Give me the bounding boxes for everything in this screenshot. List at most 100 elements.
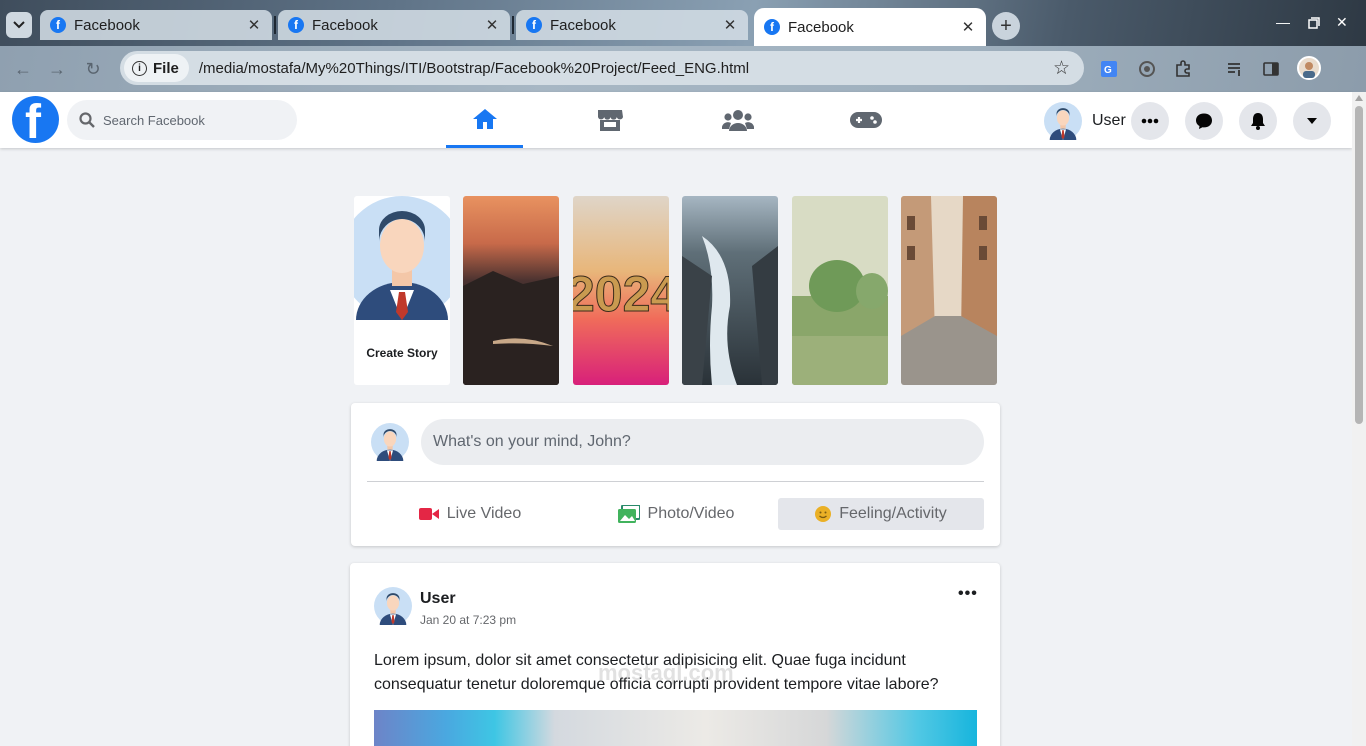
smiley-icon — [815, 506, 832, 522]
story-image — [792, 196, 888, 385]
browser-tab-3[interactable]: f Facebook ✕ — [516, 10, 748, 40]
store-icon — [597, 110, 623, 131]
create-story-card[interactable]: Create Story — [354, 196, 450, 385]
story-card-waterfall[interactable] — [682, 196, 778, 385]
search-box[interactable] — [67, 100, 297, 140]
watermark-text: mostaql.com — [598, 660, 734, 685]
back-icon[interactable]: ← — [12, 58, 34, 80]
feeling-activity-button[interactable]: Feeling/Activity — [778, 498, 984, 530]
close-tab-icon[interactable]: ✕ — [722, 16, 738, 34]
post-timestamp[interactable]: Jan 20 at 7:23 pm — [420, 613, 516, 627]
scroll-up-icon[interactable] — [1355, 95, 1363, 101]
extensions-puzzle-icon[interactable] — [1172, 58, 1194, 80]
forward-icon[interactable]: → — [46, 58, 68, 80]
create-story-avatar — [354, 196, 450, 320]
media-queue-icon[interactable] — [1224, 58, 1246, 80]
side-panel-icon[interactable] — [1260, 58, 1282, 80]
tab-title: Facebook — [788, 18, 854, 36]
menu-button[interactable] — [1131, 102, 1169, 140]
bell-icon — [1251, 113, 1265, 130]
translate-extension-icon[interactable]: G — [1098, 58, 1120, 80]
tab-search-button[interactable] — [6, 12, 32, 38]
post-options-button[interactable]: ••• — [958, 585, 978, 603]
profile-shortcut[interactable]: User — [1044, 102, 1126, 140]
search-input[interactable] — [103, 112, 273, 128]
post-composer: What's on your mind, John? Live Video Ph… — [351, 403, 1000, 546]
gamepad-icon — [849, 112, 882, 128]
facebook-favicon-icon: f — [764, 19, 780, 35]
search-icon — [79, 112, 95, 128]
story-image — [901, 196, 997, 385]
photo-icon — [617, 505, 640, 523]
create-story-label: Create Story — [366, 346, 438, 360]
post-author-name[interactable]: User — [420, 590, 456, 608]
media-extension-icon[interactable] — [1136, 58, 1158, 80]
new-tab-button[interactable]: + — [992, 12, 1020, 40]
story-card-mountain-sunset[interactable] — [463, 196, 559, 385]
info-icon: i — [132, 60, 147, 76]
browser-tab-2[interactable]: f Facebook ✕ — [278, 10, 510, 40]
reload-icon[interactable]: ↻ — [82, 58, 104, 80]
nav-gaming[interactable] — [827, 92, 904, 148]
story-image — [682, 196, 778, 385]
live-video-label: Live Video — [446, 505, 522, 522]
browser-tab-1[interactable]: f Facebook ✕ — [40, 10, 272, 40]
facebook-header: f User — [0, 92, 1352, 148]
story-image — [463, 196, 559, 385]
close-window-icon[interactable]: ✕ — [1336, 14, 1348, 31]
account-button[interactable] — [1293, 102, 1331, 140]
facebook-favicon-icon: f — [526, 17, 542, 33]
tab-title: Facebook — [312, 16, 378, 34]
browser-tab-bar: f Facebook ✕ f Facebook ✕ f Facebook ✕ f… — [0, 0, 1366, 46]
nav-groups[interactable] — [699, 92, 776, 148]
post-author-avatar[interactable] — [374, 587, 412, 625]
feeling-activity-label: Feeling/Activity — [839, 505, 947, 522]
site-info-chip[interactable]: i File — [124, 54, 189, 82]
home-icon — [472, 108, 497, 129]
tab-separator — [512, 16, 514, 34]
story-image: 2024 — [573, 196, 669, 385]
story-card-2024[interactable]: 2024 — [573, 196, 669, 385]
chat-bubble-icon — [1196, 113, 1212, 129]
user-avatar — [1044, 102, 1082, 140]
user-name: User — [1092, 112, 1126, 129]
story-card-green-field[interactable] — [792, 196, 888, 385]
live-video-button[interactable]: Live Video — [367, 498, 573, 530]
post-image[interactable] — [374, 710, 977, 746]
close-tab-icon[interactable]: ✕ — [960, 18, 976, 36]
close-tab-icon[interactable]: ✕ — [246, 16, 262, 34]
video-camera-icon — [418, 508, 439, 520]
photo-video-label: Photo/Video — [647, 505, 735, 522]
chevron-down-icon — [13, 21, 25, 29]
more-dots-icon — [1141, 118, 1159, 124]
nav-home[interactable] — [446, 92, 523, 148]
photo-video-button[interactable]: Photo/Video — [573, 498, 779, 530]
scrollbar-thumb[interactable] — [1355, 106, 1363, 424]
composer-avatar — [371, 423, 409, 461]
minimize-window-icon[interactable]: — — [1276, 14, 1290, 30]
svg-text:2024: 2024 — [573, 266, 669, 322]
logo-letter: f — [25, 96, 41, 144]
tab-title: Facebook — [550, 16, 616, 34]
nav-marketplace[interactable] — [571, 92, 648, 148]
messenger-button[interactable] — [1185, 102, 1223, 140]
groups-icon — [721, 110, 754, 131]
address-bar[interactable]: i File /media/mostafa/My%20Things/ITI/Bo… — [120, 51, 1084, 85]
close-tab-icon[interactable]: ✕ — [484, 16, 500, 34]
maximize-window-icon[interactable] — [1308, 16, 1320, 32]
browser-tab-4-active[interactable]: f Facebook ✕ — [754, 8, 986, 46]
file-label: File — [153, 59, 179, 77]
svg-text:G: G — [1104, 65, 1112, 76]
bookmark-star-icon[interactable]: ☆ — [1053, 57, 1070, 80]
browser-toolbar: ← → ↻ i File /media/mostafa/My%20Things/… — [0, 46, 1366, 92]
composer-divider — [367, 481, 984, 482]
browser-profile-avatar[interactable] — [1297, 56, 1321, 80]
page-scrollbar[interactable] — [1352, 92, 1366, 746]
caret-down-icon — [1307, 118, 1317, 124]
facebook-logo[interactable]: f — [12, 96, 59, 143]
story-card-old-town-street[interactable] — [901, 196, 997, 385]
notifications-button[interactable] — [1239, 102, 1277, 140]
status-input[interactable]: What's on your mind, John? — [421, 419, 984, 465]
url-text[interactable]: /media/mostafa/My%20Things/ITI/Bootstrap… — [199, 60, 749, 77]
facebook-favicon-icon: f — [288, 17, 304, 33]
